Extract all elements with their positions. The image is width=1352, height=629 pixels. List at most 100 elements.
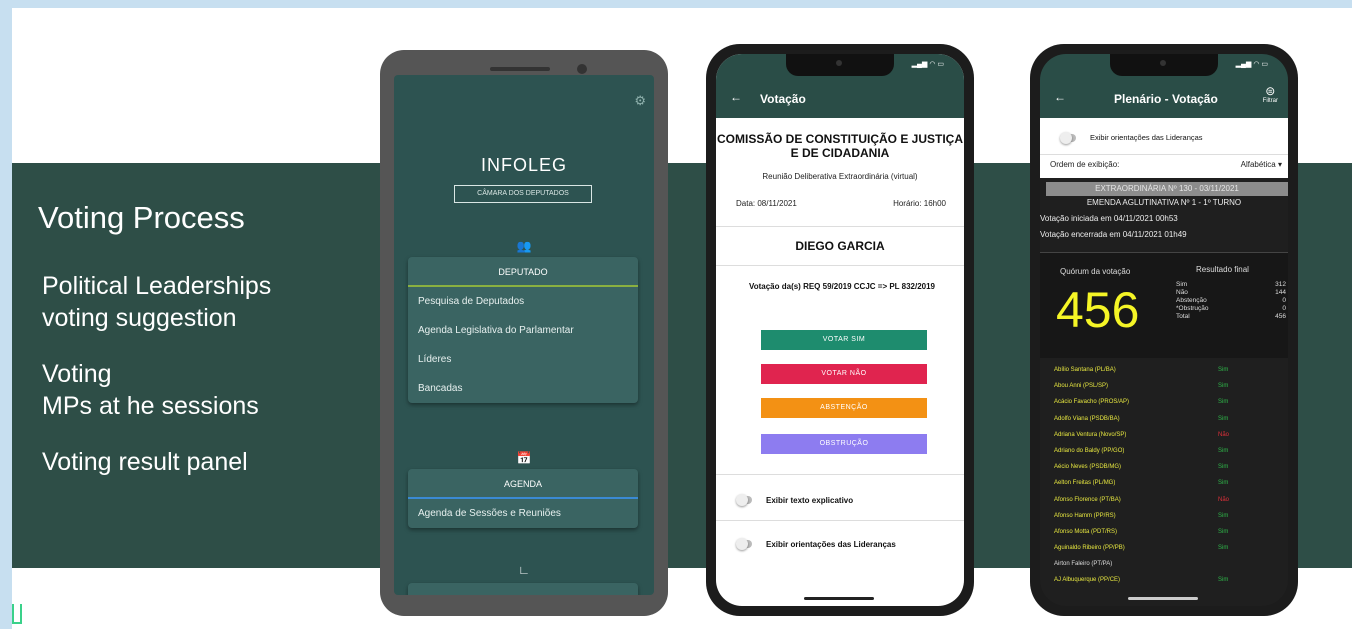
notch	[786, 54, 894, 76]
order-value: Alfabética	[1240, 160, 1276, 169]
speaker	[490, 67, 550, 71]
deputy-vote: Sim	[1218, 545, 1229, 552]
chamber-label: CÂMARA DOS DEPUTADOS	[454, 185, 592, 203]
vote-description: Votação da(s) REQ 59/2019 CCJC => PL 832…	[748, 282, 936, 291]
point-voting: Voting MPs at he sessions	[42, 358, 271, 422]
status-icons: ▂▄▆ ◠ ▭	[1235, 61, 1268, 68]
list-item[interactable]: Adriana Ventura (Novo/SP) Não	[1040, 427, 1288, 443]
deputy-vote: Sim	[1218, 383, 1229, 390]
deputy-name: Airton Faleiro (PT/PA)	[1054, 561, 1113, 568]
list-item[interactable]: AJ Albuquerque (PP/CE) Sim	[1040, 572, 1288, 588]
menu-agenda-parlamentar[interactable]: Agenda Legislativa do Parlamentar	[408, 316, 638, 345]
list-item[interactable]: Adolfo Viana (PSDB/BA) Sim	[1040, 411, 1288, 427]
toggle-explanation[interactable]	[736, 494, 752, 506]
vote-no-button[interactable]: VOTAR NÃO	[761, 364, 927, 384]
abstain-button[interactable]: ABSTENÇÃO	[761, 398, 927, 418]
point-line: Voting result panel	[42, 448, 248, 476]
deputy-vote: Sim	[1218, 512, 1229, 519]
result-row: Não 144	[1176, 289, 1286, 296]
bar-title: Plenário - Votação	[1114, 92, 1218, 106]
vote-yes-button[interactable]: VOTAR SIM	[761, 330, 927, 350]
deputy-name: DIEGO GARCIA	[716, 226, 964, 266]
deputado-header: DEPUTADO	[408, 257, 638, 287]
vote-ended: Votação encerrada em 04/11/2021 01h49	[1040, 230, 1187, 239]
deputy-name: Aécio Neves (PSDB/MG)	[1054, 464, 1122, 471]
toggle-leaderships-label: Exibir orientações das Lideranças	[1090, 133, 1203, 142]
home-indicator	[1128, 597, 1198, 600]
amendment-label: EMENDA AGLUTINATIVA Nº 1 - 1º TURNO	[1086, 198, 1242, 207]
divider	[1040, 154, 1288, 155]
next-card	[408, 583, 638, 595]
order-label: Ordem de exibição:	[1050, 160, 1120, 169]
phone-plenario: ← Plenário - Votação ⊜ Filtrar ▂▄▆ ◠ ▭ Ex…	[1030, 44, 1298, 616]
people-icon: 👥	[516, 239, 532, 253]
calendar-icon: 📅	[516, 451, 532, 465]
deputy-vote: Sim	[1218, 447, 1229, 454]
back-arrow-icon[interactable]: ←	[730, 90, 742, 104]
chevron-down-icon: ▾	[1277, 160, 1282, 169]
result-breakdown: Sim 312 Não 144 Abstenção 0 *Obstrução 0 Tot…	[1176, 281, 1286, 321]
deputado-card: DEPUTADO Pesquisa de Deputados Agenda Le…	[408, 257, 638, 403]
list-item[interactable]: Aelton Freitas (PL/MG) Sim	[1040, 475, 1288, 491]
deputy-name: Aelton Freitas (PL/MG)	[1054, 480, 1116, 487]
deputy-vote: Não	[1218, 431, 1230, 438]
committee-title: COMISSÃO DE CONSTITUIÇÃO E JUSTIÇA E DE …	[716, 132, 964, 160]
obstruction-button[interactable]: OBSTRUÇÃO	[761, 434, 927, 454]
agenda-card: AGENDA Agenda de Sessões e Reuniões	[408, 469, 638, 528]
deputy-name: Aguinaldo Ribeiro (PP/PB)	[1054, 545, 1125, 552]
corner-mark	[12, 604, 22, 624]
order-select[interactable]: Ordem de exibição: Alfabética ▾	[1050, 160, 1282, 169]
deputy-vote: Sim	[1218, 367, 1229, 373]
deputy-name: Adriano do Baldy (PP/GO)	[1054, 447, 1125, 454]
menu-lideres[interactable]: Líderes	[408, 345, 638, 374]
status-icons: ▂▄▆ ◠ ▭	[911, 61, 944, 68]
list-item[interactable]: Acácio Favacho (PROS/AP) Sim	[1040, 394, 1288, 410]
deputy-name: AJ Albuquerque (PP/CE)	[1054, 577, 1121, 584]
point-line: Political Leaderships	[42, 272, 272, 300]
bar-title: Votação	[760, 92, 806, 106]
point-line: voting suggestion	[42, 304, 237, 332]
date-row: Data: 08/11/2021 Horário: 16h00	[736, 199, 946, 208]
point-leaderships: Political Leaderships voting suggestion	[42, 270, 271, 334]
list-item[interactable]: Aguinaldo Ribeiro (PP/PB) Sim	[1040, 540, 1288, 556]
menu-bancadas[interactable]: Bancadas	[408, 374, 638, 403]
list-item[interactable]: Afonso Motta (PDT/RS) Sim	[1040, 524, 1288, 540]
camera	[577, 64, 587, 74]
toggle-leaderships[interactable]	[736, 538, 752, 550]
deputy-name: Adriana Ventura (Novo/SP)	[1054, 431, 1127, 438]
list-item[interactable]: Afonso Hamm (PP/RS) Sim	[1040, 508, 1288, 524]
votacao-screen: ← Votação ▂▄▆ ◠ ▭ COMISSÃO DE CONSTITUIÇ…	[716, 54, 964, 606]
deputy-vote: Não	[1218, 496, 1230, 503]
list-item[interactable]: Aécio Neves (PSDB/MG) Sim	[1040, 459, 1288, 475]
agenda-header: AGENDA	[408, 469, 638, 499]
menu-agenda-sessoes[interactable]: Agenda de Sessões e Reuniões	[408, 499, 638, 528]
filter-button[interactable]: ⊜ Filtrar	[1263, 84, 1278, 104]
menu-pesquisa[interactable]: Pesquisa de Deputados	[408, 287, 638, 316]
back-arrow-icon[interactable]: ←	[1054, 90, 1066, 104]
home-indicator	[804, 597, 874, 600]
point-result: Voting result panel	[42, 446, 271, 478]
deputy-name: Afonso Hamm (PP/RS)	[1054, 512, 1116, 519]
deputy-vote: Sim	[1218, 399, 1229, 406]
plenario-screen: ← Plenário - Votação ⊜ Filtrar ▂▄▆ ◠ ▭ Ex…	[1040, 54, 1288, 606]
result-row: Sim 312	[1176, 281, 1286, 288]
result-row: *Obstrução 0	[1176, 305, 1286, 312]
toggle-leaderships-label: Exibir orientações das Lideranças	[766, 540, 896, 549]
options-panel: Exibir orientações das Lideranças Ordem …	[1040, 118, 1288, 178]
list-item[interactable]: Abílio Santana (PL/BA) Sim	[1040, 362, 1288, 378]
toggle-leaderships[interactable]	[1060, 132, 1076, 144]
vote-started: Votação iniciada em 04/11/2021 00h53	[1040, 214, 1178, 223]
list-item[interactable]: Adriano do Baldy (PP/GO) Sim	[1040, 443, 1288, 459]
list-item[interactable]: Abou Anni (PSL/SP) Sim	[1040, 378, 1288, 394]
deputy-vote: Sim	[1218, 464, 1229, 471]
list-item[interactable]: Airton Faleiro (PT/PA)	[1040, 556, 1288, 572]
phone-infoleg: ⚙ INFOLEG CÂMARA DOS DEPUTADOS 👥 DEPUTAD…	[380, 50, 668, 616]
gear-icon[interactable]: ⚙	[634, 93, 646, 109]
list-item[interactable]: Afonso Florence (PT/BA) Não	[1040, 492, 1288, 508]
result-row: Total 456	[1176, 313, 1286, 320]
slide: Voting Process Political Leaderships vot…	[12, 8, 1352, 629]
session-banner: EXTRAORDINÁRIA Nº 130 - 03/11/2021	[1046, 182, 1288, 196]
deputy-vote: Sim	[1218, 577, 1229, 584]
deputy-name: Abou Anni (PSL/SP)	[1054, 383, 1109, 390]
deputy-vote: Sim	[1218, 528, 1229, 535]
